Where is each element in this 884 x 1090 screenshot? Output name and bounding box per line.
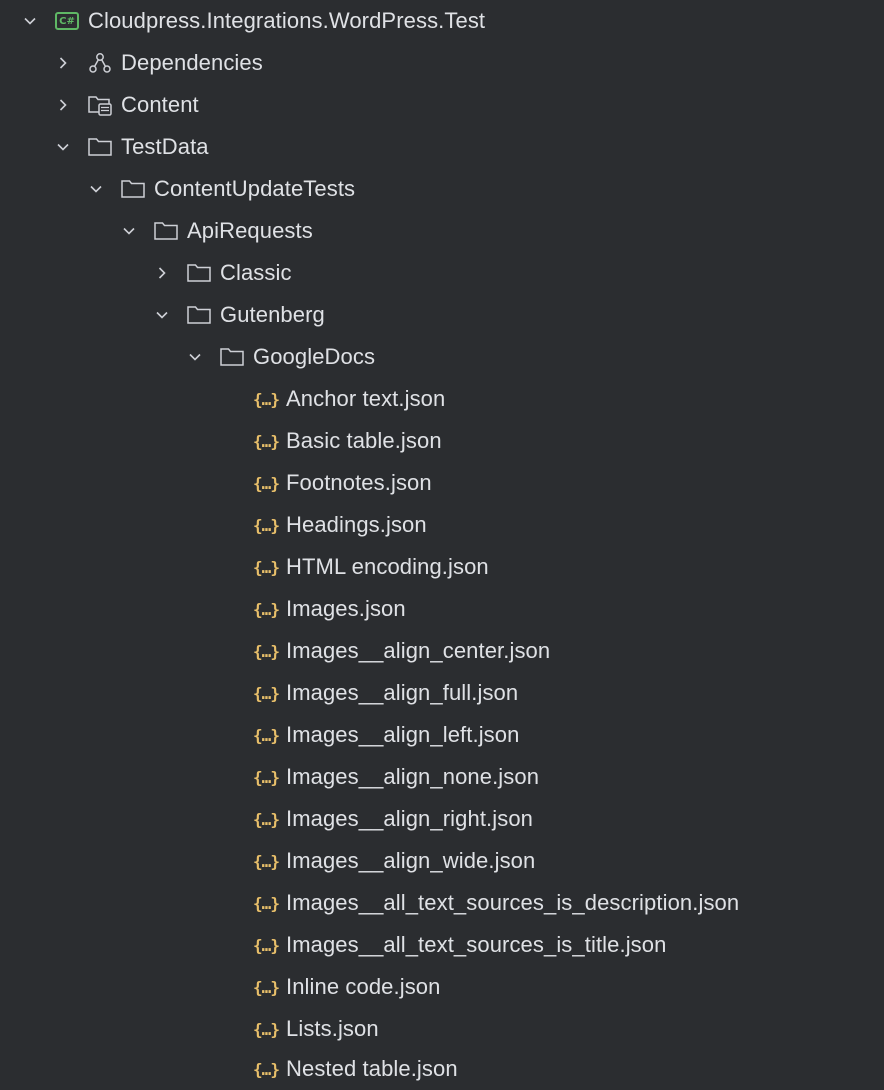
node-label: Content [121, 92, 199, 117]
chevron-down-icon[interactable] [152, 305, 172, 325]
tree-file-json[interactable]: {…} Images__align_wide.json [0, 840, 884, 882]
file-label: Images__align_full.json [286, 680, 519, 705]
file-label: Images__align_wide.json [286, 848, 536, 873]
json-file-icon: {…} [253, 767, 280, 787]
json-file-icon: {…} [253, 893, 280, 913]
json-file-icon: {…} [253, 1059, 280, 1079]
file-label: Headings.json [286, 512, 427, 537]
json-file-icon: {…} [253, 473, 280, 493]
json-file-icon: {…} [253, 725, 280, 745]
chevron-down-icon[interactable] [86, 179, 106, 199]
tree-file-json[interactable]: {…} Images__align_center.json [0, 630, 884, 672]
json-file-icon: {…} [253, 557, 280, 577]
folder-icon [219, 344, 245, 370]
project-name: Cloudpress.Integrations.WordPress.Test [88, 8, 486, 33]
chevron-down-icon[interactable] [20, 11, 40, 31]
file-label: Images__all_text_sources_is_title.json [286, 932, 667, 957]
tree-node-googledocs[interactable]: GoogleDocs [0, 336, 884, 378]
tree-node-project[interactable]: C# Cloudpress.Integrations.WordPress.Tes… [0, 0, 884, 42]
folder-icon [120, 176, 146, 202]
tree-file-json[interactable]: {…} Images__all_text_sources_is_descript… [0, 882, 884, 924]
file-label: Inline code.json [286, 974, 441, 999]
node-label: Dependencies [121, 50, 263, 75]
folder-icon [186, 302, 212, 328]
file-label: Nested table.json [286, 1056, 458, 1081]
tree-file-json[interactable]: {…} Images__align_left.json [0, 714, 884, 756]
tree-file-json[interactable]: {…} Footnotes.json [0, 462, 884, 504]
tree-file-json[interactable]: {…} Images__align_none.json [0, 756, 884, 798]
tree-node-apirequests[interactable]: ApiRequests [0, 210, 884, 252]
node-label: Gutenberg [220, 302, 325, 327]
tree-node-contentupdatetests[interactable]: ContentUpdateTests [0, 168, 884, 210]
file-label: Footnotes.json [286, 470, 432, 495]
file-label: Images__align_none.json [286, 764, 540, 789]
tree-node-dependencies[interactable]: Dependencies [0, 42, 884, 84]
content-folder-icon [87, 92, 113, 118]
json-file-icon: {…} [253, 599, 280, 619]
folder-icon [186, 260, 212, 286]
node-label: TestData [121, 134, 209, 159]
tree-file-json[interactable]: {…} Nested table.json [0, 1048, 884, 1090]
tree-node-classic[interactable]: Classic [0, 252, 884, 294]
json-file-icon: {…} [253, 1019, 280, 1039]
csharp-project-icon: C# [54, 8, 80, 34]
file-label: Basic table.json [286, 428, 442, 453]
tree-node-gutenberg[interactable]: Gutenberg [0, 294, 884, 336]
tree-file-json[interactable]: {…} Basic table.json [0, 420, 884, 462]
tree-file-json[interactable]: {…} Images.json [0, 588, 884, 630]
tree-file-json[interactable]: {…} HTML encoding.json [0, 546, 884, 588]
tree-file-json[interactable]: {…} Lists.json [0, 1008, 884, 1050]
node-label: ContentUpdateTests [154, 176, 356, 201]
file-label: Images__align_left.json [286, 722, 520, 747]
chevron-down-icon[interactable] [119, 221, 139, 241]
json-file-icon: {…} [253, 851, 280, 871]
tree-file-json[interactable]: {…} Headings.json [0, 504, 884, 546]
tree-file-json[interactable]: {…} Images__align_full.json [0, 672, 884, 714]
node-label: GoogleDocs [253, 344, 376, 369]
json-file-icon: {…} [253, 431, 280, 451]
tree-file-json[interactable]: {…} Images__align_right.json [0, 798, 884, 840]
folder-icon [153, 218, 179, 244]
dependencies-icon [87, 50, 113, 76]
file-label: Lists.json [286, 1016, 379, 1041]
chevron-down-icon[interactable] [185, 347, 205, 367]
chevron-down-icon[interactable] [53, 137, 73, 157]
json-file-icon: {…} [253, 809, 280, 829]
file-label: Images__align_right.json [286, 806, 533, 831]
file-label: HTML encoding.json [286, 554, 489, 579]
file-label: Images__all_text_sources_is_description.… [286, 890, 740, 915]
chevron-right-icon[interactable] [53, 53, 73, 73]
csharp-badge: C# [55, 12, 79, 30]
tree-node-content[interactable]: Content [0, 84, 884, 126]
chevron-right-icon[interactable] [53, 95, 73, 115]
json-file-icon: {…} [253, 935, 280, 955]
tree-file-json[interactable]: {…} Images__all_text_sources_is_title.js… [0, 924, 884, 966]
json-file-icon: {…} [253, 389, 280, 409]
file-label: Anchor text.json [286, 386, 446, 411]
json-file-icon: {…} [253, 977, 280, 997]
tree-file-json[interactable]: {…} Anchor text.json [0, 378, 884, 420]
json-file-icon: {…} [253, 515, 280, 535]
file-label: Images.json [286, 596, 406, 621]
file-label: Images__align_center.json [286, 638, 551, 663]
node-label: Classic [220, 260, 292, 285]
folder-icon [87, 134, 113, 160]
tree-node-testdata[interactable]: TestData [0, 126, 884, 168]
json-file-icon: {…} [253, 641, 280, 661]
chevron-right-icon[interactable] [152, 263, 172, 283]
node-label: ApiRequests [187, 218, 313, 243]
project-tree: C# Cloudpress.Integrations.WordPress.Tes… [0, 0, 884, 1090]
json-file-icon: {…} [253, 683, 280, 703]
tree-file-json[interactable]: {…} Inline code.json [0, 966, 884, 1008]
